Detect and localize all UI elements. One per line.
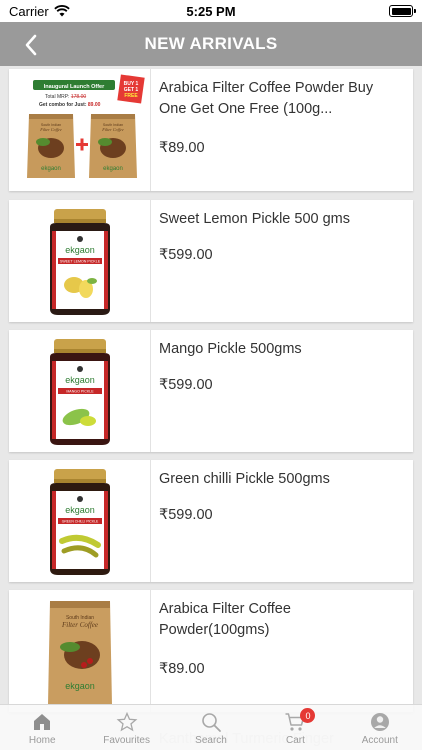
tab-bar: Home Favourites Search 0 Cart Account bbox=[0, 704, 422, 750]
tab-home[interactable]: Home bbox=[0, 705, 84, 750]
page-title: NEW ARRIVALS bbox=[144, 34, 278, 53]
svg-text:Inaugural Launch Offer: Inaugural Launch Offer bbox=[43, 84, 104, 90]
product-name: Arabica Filter Coffee Powder Buy One Get… bbox=[159, 80, 374, 117]
product-image-mango-pickle: ekgaon MANGO PICKLE bbox=[9, 330, 151, 452]
product-card[interactable]: ekgaon MANGO PICKLE Mango Pickle 500gms … bbox=[9, 330, 413, 452]
product-name: Green chilli Pickle 500gms bbox=[159, 471, 330, 487]
svg-text:GREEN CHILLI PICKLE: GREEN CHILLI PICKLE bbox=[61, 520, 98, 524]
carrier-label: Carrier bbox=[9, 3, 49, 19]
product-name: Sweet Lemon Pickle 500 gms bbox=[159, 211, 351, 227]
svg-text:ekgaon: ekgaon bbox=[103, 166, 123, 172]
product-image-coffee-pouch: South Indian Filter Coffee ekgaon bbox=[9, 590, 151, 712]
svg-text:ekgaon: ekgaon bbox=[65, 505, 95, 515]
tab-cart[interactable]: 0 Cart bbox=[253, 705, 337, 750]
svg-text:MANGO PICKLE: MANGO PICKLE bbox=[66, 390, 94, 394]
product-image-green-chilli-pickle: ekgaon GREEN CHILLI PICKLE bbox=[9, 460, 151, 582]
tab-favourites[interactable]: Favourites bbox=[84, 705, 168, 750]
tab-account[interactable]: Account bbox=[338, 705, 422, 750]
back-button[interactable] bbox=[18, 32, 44, 58]
svg-text:FREE: FREE bbox=[124, 93, 138, 99]
battery-icon bbox=[389, 5, 416, 17]
svg-text:Total MRP: 178.00: Total MRP: 178.00 bbox=[45, 94, 86, 100]
svg-text:Filter Coffee: Filter Coffee bbox=[61, 621, 98, 629]
product-image-sweet-lemon-pickle: ekgaon SWEET LEMON PICKLE bbox=[9, 200, 151, 322]
svg-text:ekgaon: ekgaon bbox=[65, 245, 95, 255]
product-card[interactable]: South Indian Filter Coffee ekgaon Arabic… bbox=[9, 590, 413, 712]
svg-text:Get combo for Just: 89.00: Get combo for Just: 89.00 bbox=[39, 102, 101, 108]
product-card[interactable]: ekgaon SWEET LEMON PICKLE Sweet Lemon Pi… bbox=[9, 200, 413, 322]
svg-text:ekgaon: ekgaon bbox=[65, 681, 95, 691]
product-price: ₹89.00 bbox=[159, 140, 205, 156]
account-icon bbox=[370, 713, 389, 731]
product-price: ₹599.00 bbox=[159, 247, 213, 263]
cart-count-badge: 0 bbox=[300, 708, 316, 723]
product-name: Mango Pickle 500gms bbox=[159, 341, 302, 357]
product-price: ₹599.00 bbox=[159, 507, 213, 523]
wifi-icon bbox=[54, 5, 70, 17]
product-price: ₹599.00 bbox=[159, 377, 213, 393]
svg-text:Filter Coffee: Filter Coffee bbox=[39, 127, 62, 132]
svg-text:SWEET LEMON PICKLE: SWEET LEMON PICKLE bbox=[59, 260, 100, 264]
svg-text:ekgaon: ekgaon bbox=[41, 166, 61, 172]
home-icon bbox=[34, 714, 51, 730]
svg-text:ekgaon: ekgaon bbox=[65, 375, 95, 385]
product-name: Arabica Filter Coffee Powder(100gms) bbox=[159, 601, 291, 638]
product-price: ₹89.00 bbox=[159, 661, 205, 677]
product-card[interactable]: ekgaon GREEN CHILLI PICKLE Green chilli … bbox=[9, 460, 413, 582]
product-image-coffee-combo: Inaugural Launch Offer Total MRP: 178.00… bbox=[9, 69, 151, 191]
tab-search[interactable]: Search bbox=[169, 705, 253, 750]
svg-text:Filter Coffee: Filter Coffee bbox=[101, 127, 124, 132]
chevron-left-icon bbox=[25, 34, 37, 56]
search-icon bbox=[202, 713, 221, 732]
star-icon bbox=[116, 711, 138, 732]
product-card[interactable]: Inaugural Launch Offer Total MRP: 178.00… bbox=[9, 69, 413, 191]
status-bar: Carrier 5:25 PM bbox=[0, 0, 422, 22]
nav-bar: NEW ARRIVALS bbox=[0, 22, 422, 66]
